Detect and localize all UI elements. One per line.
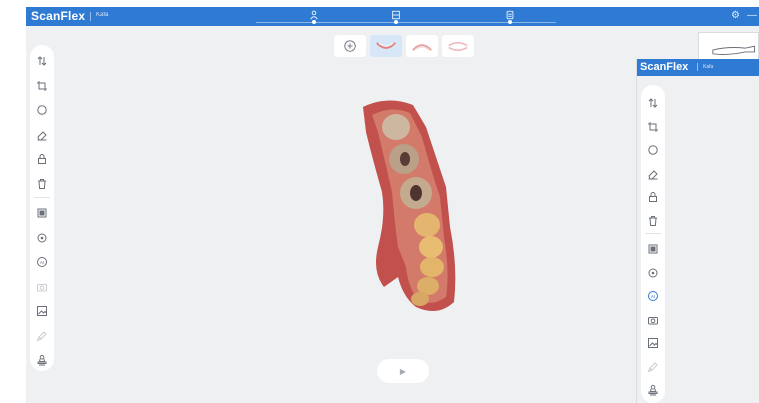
stamp-icon bbox=[37, 354, 47, 366]
tool-crop-button[interactable] bbox=[645, 119, 661, 135]
upper-jaw-button[interactable] bbox=[406, 35, 438, 57]
minimize-icon[interactable]: — bbox=[747, 10, 757, 21]
sort-icon bbox=[648, 98, 658, 108]
lock-icon bbox=[38, 154, 46, 164]
settings-icon[interactable]: ⚙ bbox=[731, 10, 740, 21]
brush-icon bbox=[647, 361, 658, 372]
tool-brush-button[interactable] bbox=[34, 328, 50, 344]
tool-ai-button[interactable]: AI bbox=[34, 254, 50, 270]
tool-eraser-button[interactable] bbox=[645, 166, 661, 182]
inset-window: ScanFlex Kafa AI bbox=[636, 59, 759, 403]
play-icon: ▶ bbox=[399, 366, 407, 376]
texture-icon bbox=[648, 244, 658, 254]
tool-texture-button[interactable] bbox=[645, 241, 661, 257]
tool-sort-button[interactable] bbox=[645, 95, 661, 111]
patient-icon bbox=[310, 10, 318, 20]
toolbar-divider bbox=[34, 197, 50, 198]
add-icon bbox=[344, 40, 356, 52]
step-scan[interactable] bbox=[390, 10, 402, 24]
step-dot bbox=[508, 20, 512, 24]
workflow-steps bbox=[256, 10, 556, 24]
add-button[interactable] bbox=[334, 35, 366, 57]
step-dot bbox=[312, 20, 316, 24]
tool-trash-button[interactable] bbox=[34, 176, 50, 192]
bite-button[interactable] bbox=[442, 35, 474, 57]
crop-icon bbox=[648, 121, 658, 132]
jaw-toolbar bbox=[334, 35, 474, 59]
trash-icon bbox=[38, 178, 46, 189]
play-button[interactable]: ▶ bbox=[377, 359, 429, 383]
inset-title-bar: ScanFlex Kafa bbox=[637, 59, 759, 76]
tool-image-button[interactable] bbox=[645, 335, 661, 351]
tool-lock-button[interactable] bbox=[645, 189, 661, 205]
ai-icon: AI bbox=[648, 291, 658, 301]
tool-camera-button[interactable] bbox=[34, 279, 50, 295]
lower-jaw-icon bbox=[376, 41, 396, 49]
crop-icon bbox=[37, 80, 47, 91]
bite-icon bbox=[448, 41, 468, 51]
svg-text:AI: AI bbox=[40, 260, 44, 265]
tool-lasso-button[interactable] bbox=[645, 142, 661, 158]
scan-icon bbox=[392, 10, 400, 20]
step-export[interactable] bbox=[504, 10, 516, 24]
tool-trash-button[interactable] bbox=[645, 213, 661, 229]
tool-brush-button[interactable] bbox=[645, 359, 661, 375]
sort-icon bbox=[37, 56, 47, 66]
inset-app-name: ScanFlex bbox=[640, 61, 689, 73]
lasso-icon bbox=[648, 145, 658, 155]
tool-camera-button[interactable] bbox=[645, 312, 661, 328]
tool-lasso-button[interactable] bbox=[34, 102, 50, 118]
tool-stamp-button[interactable] bbox=[34, 352, 50, 368]
camera-icon bbox=[37, 283, 47, 291]
tool-stamp-button[interactable] bbox=[645, 382, 661, 398]
title-bar: ScanFlex Kafa ⚙ — bbox=[26, 7, 759, 26]
stamp-icon bbox=[648, 384, 658, 396]
tool-ai-button[interactable]: AI bbox=[645, 288, 661, 304]
trash-icon bbox=[649, 215, 657, 226]
tool-texture-button[interactable] bbox=[34, 205, 50, 221]
upper-jaw-icon bbox=[412, 43, 432, 51]
app-subtitle: Kafa bbox=[96, 12, 109, 18]
image-icon bbox=[37, 306, 47, 316]
tool-eraser-button[interactable] bbox=[34, 127, 50, 143]
tool-sort-button[interactable] bbox=[34, 53, 50, 69]
inset-app-subtitle: Kafa bbox=[703, 64, 714, 70]
scanflex-window: ScanFlex Kafa ⚙ — AI ▶ ScanFlex Kafa AI bbox=[26, 7, 759, 403]
dental-scan-model[interactable] bbox=[358, 97, 478, 317]
tool-target-button[interactable] bbox=[34, 230, 50, 246]
texture-icon bbox=[37, 208, 47, 218]
app-name: ScanFlex bbox=[31, 9, 86, 23]
step-patient[interactable] bbox=[308, 10, 320, 24]
brush-icon bbox=[36, 330, 47, 341]
inset-left-toolbar: AI bbox=[641, 85, 665, 403]
inset-title-separator bbox=[697, 63, 698, 71]
tool-crop-button[interactable] bbox=[34, 78, 50, 94]
lasso-icon bbox=[37, 105, 47, 115]
ai-icon: AI bbox=[37, 257, 47, 267]
target-icon bbox=[37, 233, 47, 242]
title-separator bbox=[90, 12, 91, 21]
tool-target-button[interactable] bbox=[645, 265, 661, 281]
eraser-icon bbox=[37, 130, 47, 140]
step-dot bbox=[394, 20, 398, 24]
image-icon bbox=[648, 338, 658, 348]
target-icon bbox=[648, 268, 658, 277]
lock-icon bbox=[649, 192, 657, 202]
toolbar-divider bbox=[645, 233, 661, 234]
tool-image-button[interactable] bbox=[34, 303, 50, 319]
svg-text:AI: AI bbox=[651, 294, 655, 299]
camera-icon bbox=[648, 316, 658, 324]
export-icon bbox=[506, 10, 514, 20]
eraser-icon bbox=[648, 169, 658, 179]
left-toolbar: AI bbox=[30, 45, 54, 371]
tool-lock-button[interactable] bbox=[34, 151, 50, 167]
lower-jaw-button[interactable] bbox=[370, 35, 402, 57]
